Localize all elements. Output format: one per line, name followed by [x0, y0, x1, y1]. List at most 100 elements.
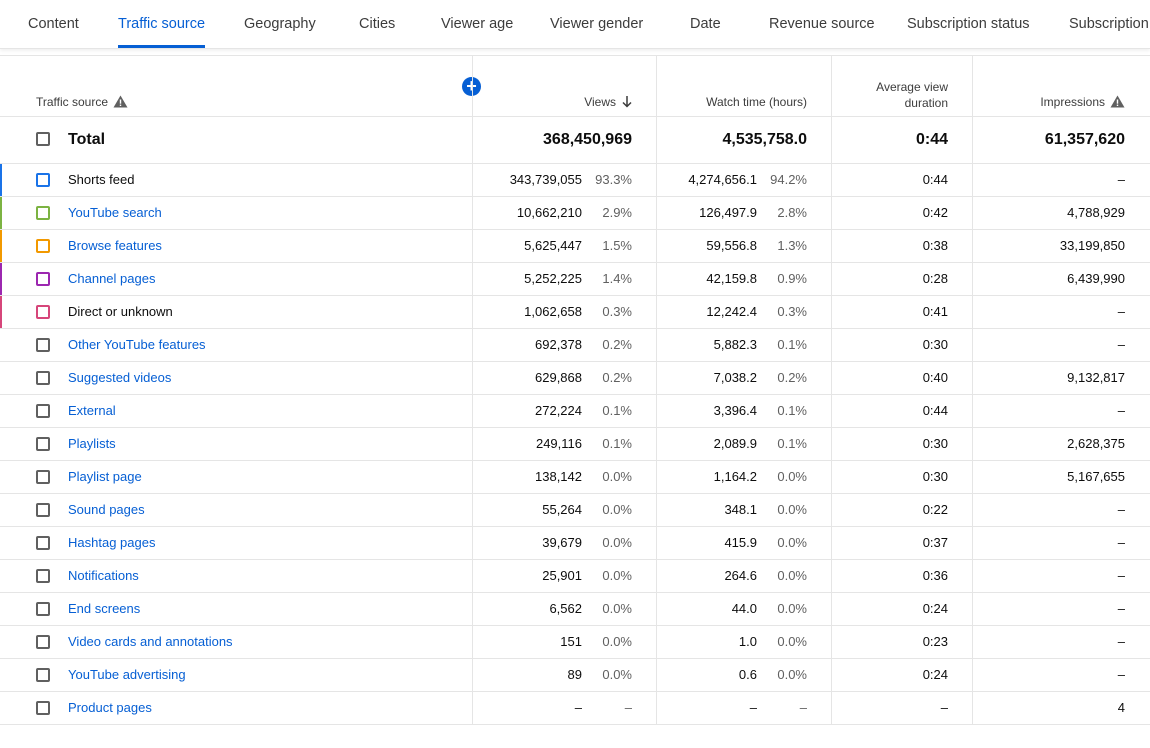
row-checkbox[interactable] — [36, 371, 50, 385]
tab-traffic-source[interactable]: Traffic source — [118, 0, 206, 48]
views-percent: 0.1% — [602, 403, 632, 418]
views-value: 249,116 — [535, 436, 582, 451]
watch-time-value: 1,164.2 — [713, 469, 757, 484]
watch-time-value: 126,497.9 — [699, 205, 757, 220]
views-value: 39,679 — [542, 535, 582, 550]
header-avg-line2: duration — [904, 96, 948, 110]
tab-date[interactable]: Date — [690, 0, 721, 48]
row-checkbox[interactable] — [36, 206, 50, 220]
tab-label: Viewer age — [441, 16, 514, 32]
row-checkbox[interactable] — [36, 536, 50, 550]
row-checkbox[interactable] — [36, 635, 50, 649]
traffic-source-name[interactable]: Other YouTube features — [68, 337, 206, 352]
traffic-source-name[interactable]: Browse features — [68, 238, 162, 253]
row-checkbox[interactable] — [36, 503, 50, 517]
views-percent: 0.0% — [602, 601, 632, 616]
row-checkbox[interactable] — [36, 239, 50, 253]
views-percent: – — [624, 700, 632, 715]
total-checkbox[interactable] — [36, 132, 50, 146]
row-checkbox[interactable] — [36, 404, 50, 418]
header-watch-time[interactable]: Watch time (hours) — [660, 95, 807, 109]
avg-view-duration: 0:28 — [922, 271, 948, 286]
views-value: 10,662,210 — [516, 205, 582, 220]
watch-time-value: 264.6 — [724, 568, 757, 583]
row-checkbox[interactable] — [36, 569, 50, 583]
impressions-value: – — [1117, 304, 1125, 319]
impressions-value: – — [1117, 535, 1125, 550]
series-color-bar — [0, 296, 2, 329]
row-checkbox[interactable] — [36, 701, 50, 715]
row-checkbox[interactable] — [36, 470, 50, 484]
total-avg-duration: 0:44 — [915, 131, 948, 148]
row-checkbox[interactable] — [36, 602, 50, 616]
traffic-source-name[interactable]: Hashtag pages — [68, 535, 155, 550]
traffic-source-name[interactable]: YouTube advertising — [68, 667, 186, 682]
table-row: YouTube advertising 89 0.0% 0.6 0.0% 0:24 – — [0, 659, 1150, 692]
total-row: Total 368,450,969 4,535,758.0 0:44 61,35… — [0, 117, 1150, 163]
row-checkbox[interactable] — [36, 173, 50, 187]
traffic-source-name[interactable]: Suggested videos — [68, 370, 171, 385]
impressions-value: 4,788,929 — [1067, 205, 1125, 220]
series-color-bar — [0, 197, 2, 230]
watch-time-value: 3,396.4 — [713, 403, 757, 418]
avg-view-duration: 0:44 — [922, 172, 948, 187]
watch-time-value: 42,159.8 — [706, 271, 757, 286]
views-percent: 0.0% — [602, 535, 632, 550]
watch-time-percent: 0.9% — [777, 271, 807, 286]
header-views-label: Views — [584, 95, 616, 109]
table-top-border — [0, 55, 1150, 56]
table-row: Other YouTube features 692,378 0.2% 5,882.3… — [0, 329, 1150, 362]
impressions-value: 6,439,990 — [1067, 271, 1125, 286]
traffic-source-name[interactable]: Video cards and annotations — [68, 634, 233, 649]
tab-viewer-gender[interactable]: Viewer gender — [550, 0, 643, 48]
traffic-source-name[interactable]: End screens — [68, 601, 140, 616]
table-row: External 272,224 0.1% 3,396.4 0.1% 0:44 – — [0, 395, 1150, 428]
tab-subscription[interactable]: Subscription — [1069, 0, 1149, 48]
row-divider — [0, 724, 1150, 725]
traffic-source-name[interactable]: Sound pages — [68, 502, 145, 517]
tab-content[interactable]: Content — [28, 0, 79, 48]
row-checkbox[interactable] — [36, 437, 50, 451]
row-checkbox[interactable] — [36, 668, 50, 682]
header-avg-line1: Average view — [876, 80, 948, 94]
impressions-value: – — [1117, 172, 1125, 187]
traffic-source-name[interactable]: External — [68, 403, 116, 418]
watch-time-percent: 1.3% — [777, 238, 807, 253]
header-views[interactable]: Views — [560, 95, 632, 111]
traffic-source-name[interactable]: Notifications — [68, 568, 139, 583]
traffic-source-name[interactable]: Product pages — [68, 700, 152, 715]
views-value: 5,252,225 — [524, 271, 582, 286]
row-checkbox[interactable] — [36, 305, 50, 319]
header-impressions[interactable]: Impressions — [980, 95, 1125, 111]
views-value: 25,901 — [542, 568, 582, 583]
tab-revenue-source[interactable]: Revenue source — [769, 0, 875, 48]
table-row: Playlist page 138,142 0.0% 1,164.2 0.0% 0:30 5… — [0, 461, 1150, 494]
traffic-source-name[interactable]: Playlists — [68, 436, 116, 451]
tab-subscription-status[interactable]: Subscription status — [907, 0, 1030, 48]
avg-view-duration: 0:30 — [922, 436, 948, 451]
warning-icon — [113, 95, 128, 111]
tab-geography[interactable]: Geography — [244, 0, 316, 48]
traffic-source-name[interactable]: YouTube search — [68, 205, 162, 220]
traffic-source-name: Direct or unknown — [68, 304, 173, 319]
traffic-source-name[interactable]: Channel pages — [68, 271, 155, 286]
warning-icon — [1110, 95, 1125, 111]
header-traffic-source-label: Traffic source — [36, 95, 109, 109]
row-checkbox[interactable] — [36, 338, 50, 352]
tab-cities[interactable]: Cities — [359, 0, 395, 48]
impressions-value: – — [1117, 667, 1125, 682]
tab-label: Geography — [244, 16, 316, 32]
header-avg-view-duration[interactable]: Average view duration — [840, 79, 948, 111]
header-traffic-source[interactable]: Traffic source — [36, 95, 128, 111]
views-percent: 0.0% — [602, 469, 632, 484]
tab-viewer-age[interactable]: Viewer age — [441, 0, 513, 48]
views-value: 629,868 — [535, 370, 582, 385]
watch-time-value: 1.0 — [738, 634, 757, 649]
avg-view-duration: 0:40 — [922, 370, 948, 385]
total-watch-time: 4,535,758.0 — [722, 131, 807, 148]
traffic-source-name[interactable]: Playlist page — [68, 469, 142, 484]
impressions-value: – — [1117, 568, 1125, 583]
watch-time-value: 415.9 — [724, 535, 757, 550]
views-percent: 0.0% — [602, 634, 632, 649]
row-checkbox[interactable] — [36, 272, 50, 286]
